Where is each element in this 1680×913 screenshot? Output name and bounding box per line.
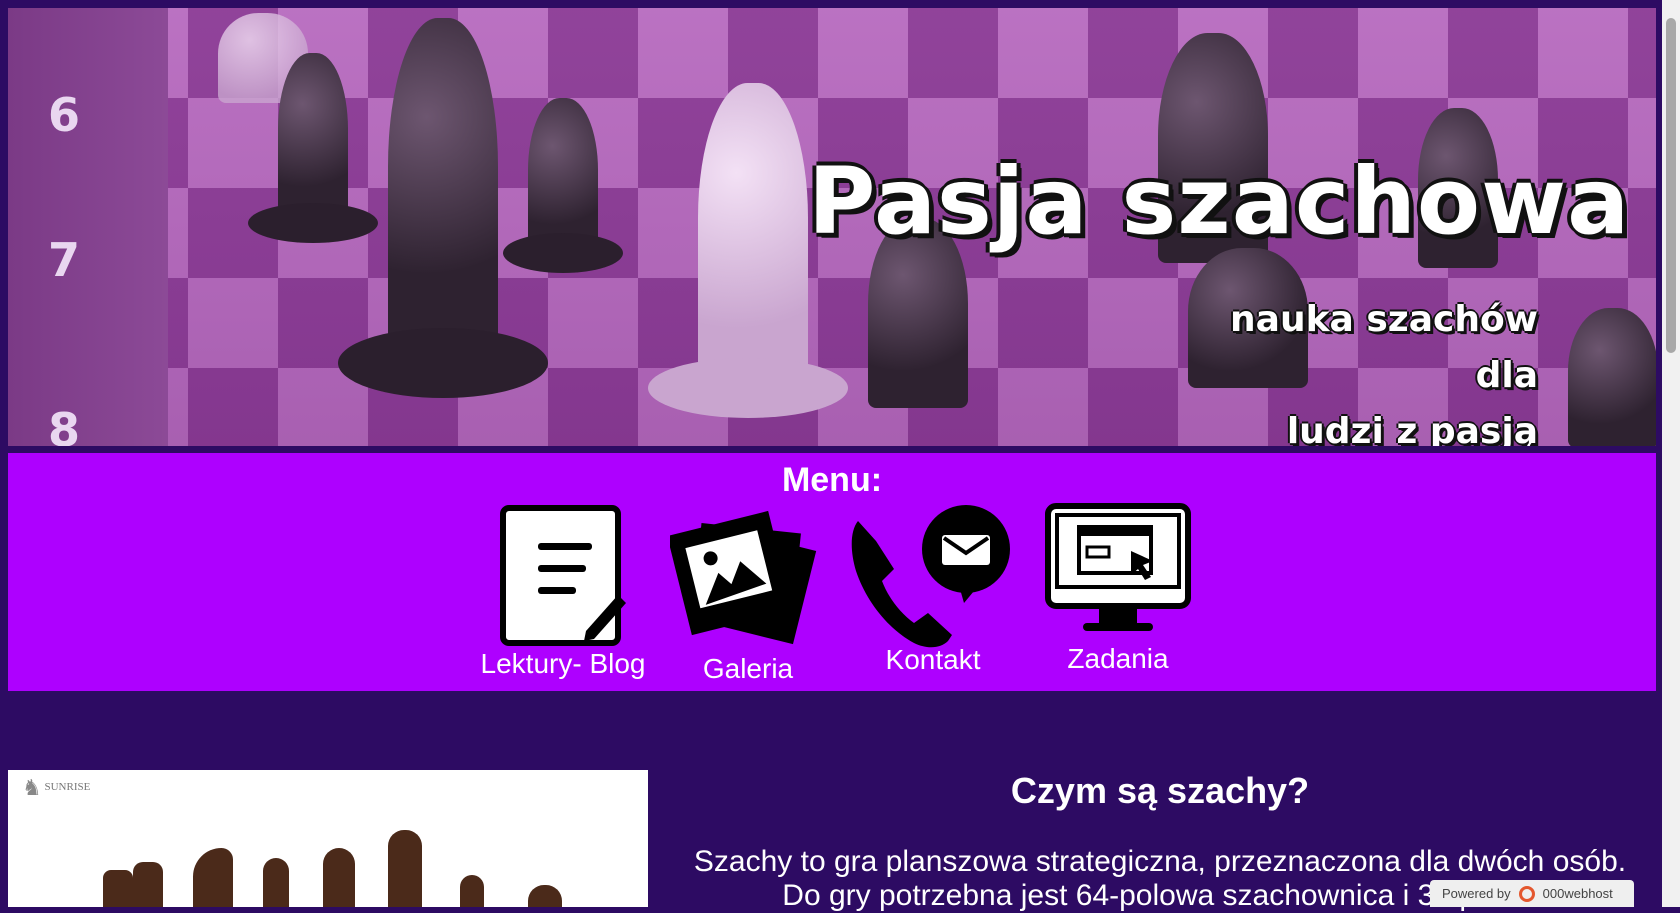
piece-base [648,358,848,418]
menu-item-lektury-blog[interactable]: Lektury- Blog [468,503,658,688]
site-title: Pasja szachowa [808,148,1631,255]
main-menu: Menu: Lektury- Blog Galeria Kontakt Zada… [8,453,1656,691]
paragraph-line: Szachy to gra planszowa strategiczna, pr… [693,845,1627,878]
webhost-logo-icon [1518,885,1535,902]
rank-label: 7 [48,233,81,287]
badge-brand: 000webhost [1542,886,1613,901]
knight-piece-icon [528,885,562,907]
photo-gallery-icon [670,510,817,645]
menu-item-kontakt[interactable]: Kontakt [843,501,1023,688]
badge-prefix: Powered by [1442,886,1511,901]
rank-label: 6 [48,88,81,142]
piece-base [248,203,378,243]
queen-piece-icon [323,848,355,907]
header-banner: 6 7 8 Pasja szachowa nauka szachów dla l… [8,8,1656,446]
pawn-piece-icon [1568,308,1656,446]
menu-item-label: Zadania [1067,643,1169,674]
scrollbar-thumb[interactable] [1666,18,1676,353]
document-edit-icon [500,505,626,646]
menu-item-label: Lektury- Blog [480,648,646,679]
chess-set-image: ♞ SUNRISE [8,770,648,907]
powered-by-badge[interactable]: Powered by 000webhost [1430,880,1634,907]
knight-piece-icon [193,848,233,907]
king-piece-icon [388,830,422,907]
bishop-piece-icon [263,858,289,907]
phone-mail-icon [851,505,1010,648]
image-logo-text: SUNRISE [44,781,91,794]
king-piece-icon [388,18,498,348]
site-subtitle: nauka szachów dla ludzi z pasją [1178,292,1538,446]
monitor-cursor-icon [1045,503,1191,631]
subtitle-line: nauka szachów dla [1230,299,1538,396]
subtitle-line: ludzi z pasją [1286,411,1538,446]
menu-item-label: Kontakt [885,644,981,675]
pawn-piece-icon [278,53,348,223]
menu-item-zadania[interactable]: Zadania [1033,503,1203,688]
rook-piece-icon [103,870,133,907]
piece-base [338,328,548,398]
vertical-scrollbar[interactable] [1662,0,1680,907]
image-logo: ♞ SUNRISE [22,777,91,799]
menu-item-galeria[interactable]: Galeria [658,508,838,688]
queen-piece-icon [698,83,808,383]
rook-piece-icon [133,862,163,907]
menu-item-label: Galeria [702,653,794,684]
pawn-piece-icon [460,875,484,907]
content-heading: Czym są szachy? [1010,770,1310,811]
page: 6 7 8 Pasja szachowa nauka szachów dla l… [0,0,1680,912]
horse-icon: ♞ [22,775,42,800]
rank-label: 8 [48,403,81,446]
board-edge: 6 7 8 [8,8,168,446]
menu-heading: Menu: [781,461,883,499]
piece-base [503,233,623,273]
